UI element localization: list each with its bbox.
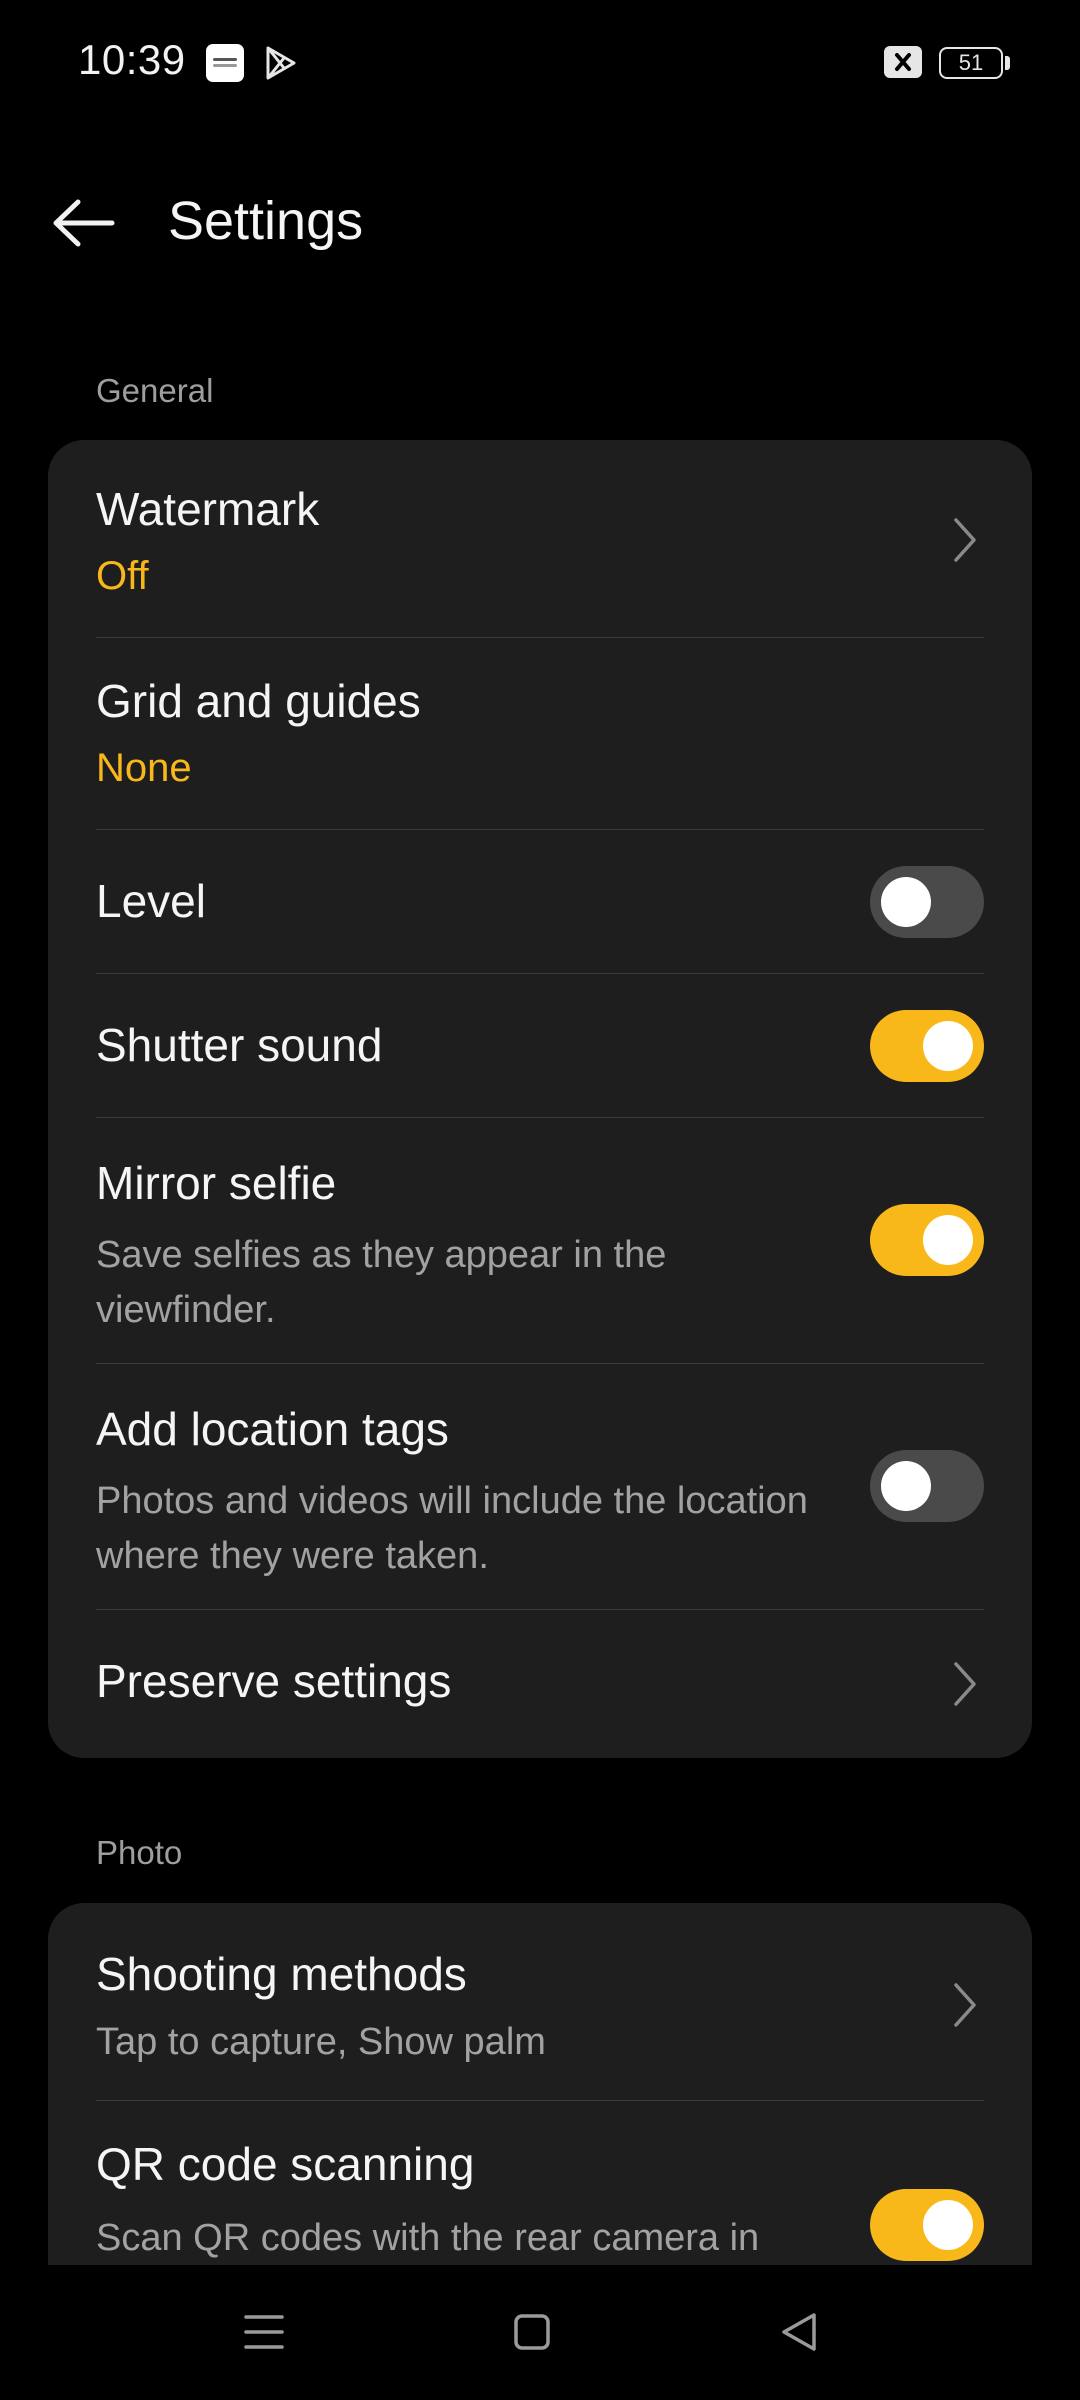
preserve-settings-title: Preserve settings <box>96 1655 452 1707</box>
setting-qr-code-scanning: QR code scanning Scan QR codes with the … <box>48 2101 1032 2265</box>
setting-add-location-tags: Add location tags Photos and videos will… <box>48 1364 1032 1610</box>
battery-level: 51 <box>958 50 984 75</box>
shooting-methods-title: Shooting methods <box>96 1948 467 2000</box>
mirror-selfie-description: Save selfies as they appear in the viewf… <box>96 1234 667 1331</box>
chevron-right-icon <box>954 1983 976 2027</box>
recent-apps-button[interactable] <box>204 2265 324 2400</box>
home-icon <box>514 2314 550 2350</box>
mirror-selfie-title: Mirror selfie <box>96 1157 337 1209</box>
shutter-sound-title: Shutter sound <box>96 1019 383 1071</box>
watermark-title: Watermark <box>96 483 320 535</box>
grid-and-guides-value: None <box>96 746 192 790</box>
setting-watermark[interactable]: Watermark Off <box>48 440 1032 638</box>
battery-tip <box>1005 56 1010 70</box>
mirror-selfie-toggle[interactable] <box>870 1204 984 1276</box>
status-bar: 10:39 51 <box>0 0 1080 125</box>
setting-mirror-selfie: Mirror selfie Save selfies as they appea… <box>48 1118 1032 1364</box>
system-back-button[interactable] <box>738 2265 858 2400</box>
add-location-tags-description: Photos and videos will include the locat… <box>96 1480 808 1577</box>
watermark-value: Off <box>96 554 149 598</box>
home-button[interactable] <box>472 2265 592 2400</box>
add-location-tags-toggle[interactable] <box>870 1450 984 1522</box>
camera-settings-screen: 10:39 51 Settings General Watermark Off … <box>0 0 1080 2400</box>
menu-icon <box>244 2315 284 2349</box>
toggle-knob <box>881 877 931 927</box>
general-settings-card: Watermark Off Grid and guides None Level… <box>48 440 1032 1758</box>
setting-shutter-sound: Shutter sound <box>48 974 1032 1118</box>
shutter-sound-toggle[interactable] <box>870 1010 984 1082</box>
arrow-left-icon <box>53 199 115 247</box>
toggle-knob <box>923 1215 973 1265</box>
section-label-general: General <box>96 372 214 409</box>
navigation-bar <box>0 2265 1080 2400</box>
section-label-photo: Photo <box>96 1834 183 1871</box>
shooting-methods-description: Tap to capture, Show palm <box>96 2021 546 2063</box>
qr-code-scanning-description: Scan QR codes with the rear camera in <box>96 2217 760 2259</box>
level-toggle[interactable] <box>870 866 984 938</box>
app-header: Settings <box>0 160 1080 285</box>
setting-grid-and-guides[interactable]: Grid and guides None <box>48 638 1032 830</box>
page-title: Settings <box>168 191 364 251</box>
play-store-icon <box>262 44 300 82</box>
level-title: Level <box>96 875 206 927</box>
qr-code-scanning-title: QR code scanning <box>96 2138 475 2190</box>
battery-icon: 51 <box>939 47 1003 79</box>
toggle-knob <box>881 1461 931 1511</box>
no-sim-icon <box>884 46 922 78</box>
back-icon <box>782 2313 816 2351</box>
photo-settings-card: Shooting methods Tap to capture, Show pa… <box>48 1903 1032 2265</box>
setting-preserve-settings[interactable]: Preserve settings <box>48 1610 1032 1758</box>
back-button[interactable] <box>44 188 124 258</box>
setting-shooting-methods[interactable]: Shooting methods Tap to capture, Show pa… <box>48 1903 1032 2101</box>
qr-code-scanning-toggle[interactable] <box>870 2189 984 2261</box>
toggle-knob <box>923 1021 973 1071</box>
grid-and-guides-title: Grid and guides <box>96 675 421 727</box>
chevron-right-icon <box>954 518 976 562</box>
toggle-knob <box>923 2200 973 2250</box>
setting-level: Level <box>48 830 1032 974</box>
status-time: 10:39 <box>78 36 186 83</box>
add-location-tags-title: Add location tags <box>96 1403 449 1455</box>
app-notification-icon <box>206 44 244 82</box>
chevron-right-icon <box>954 1662 976 1706</box>
